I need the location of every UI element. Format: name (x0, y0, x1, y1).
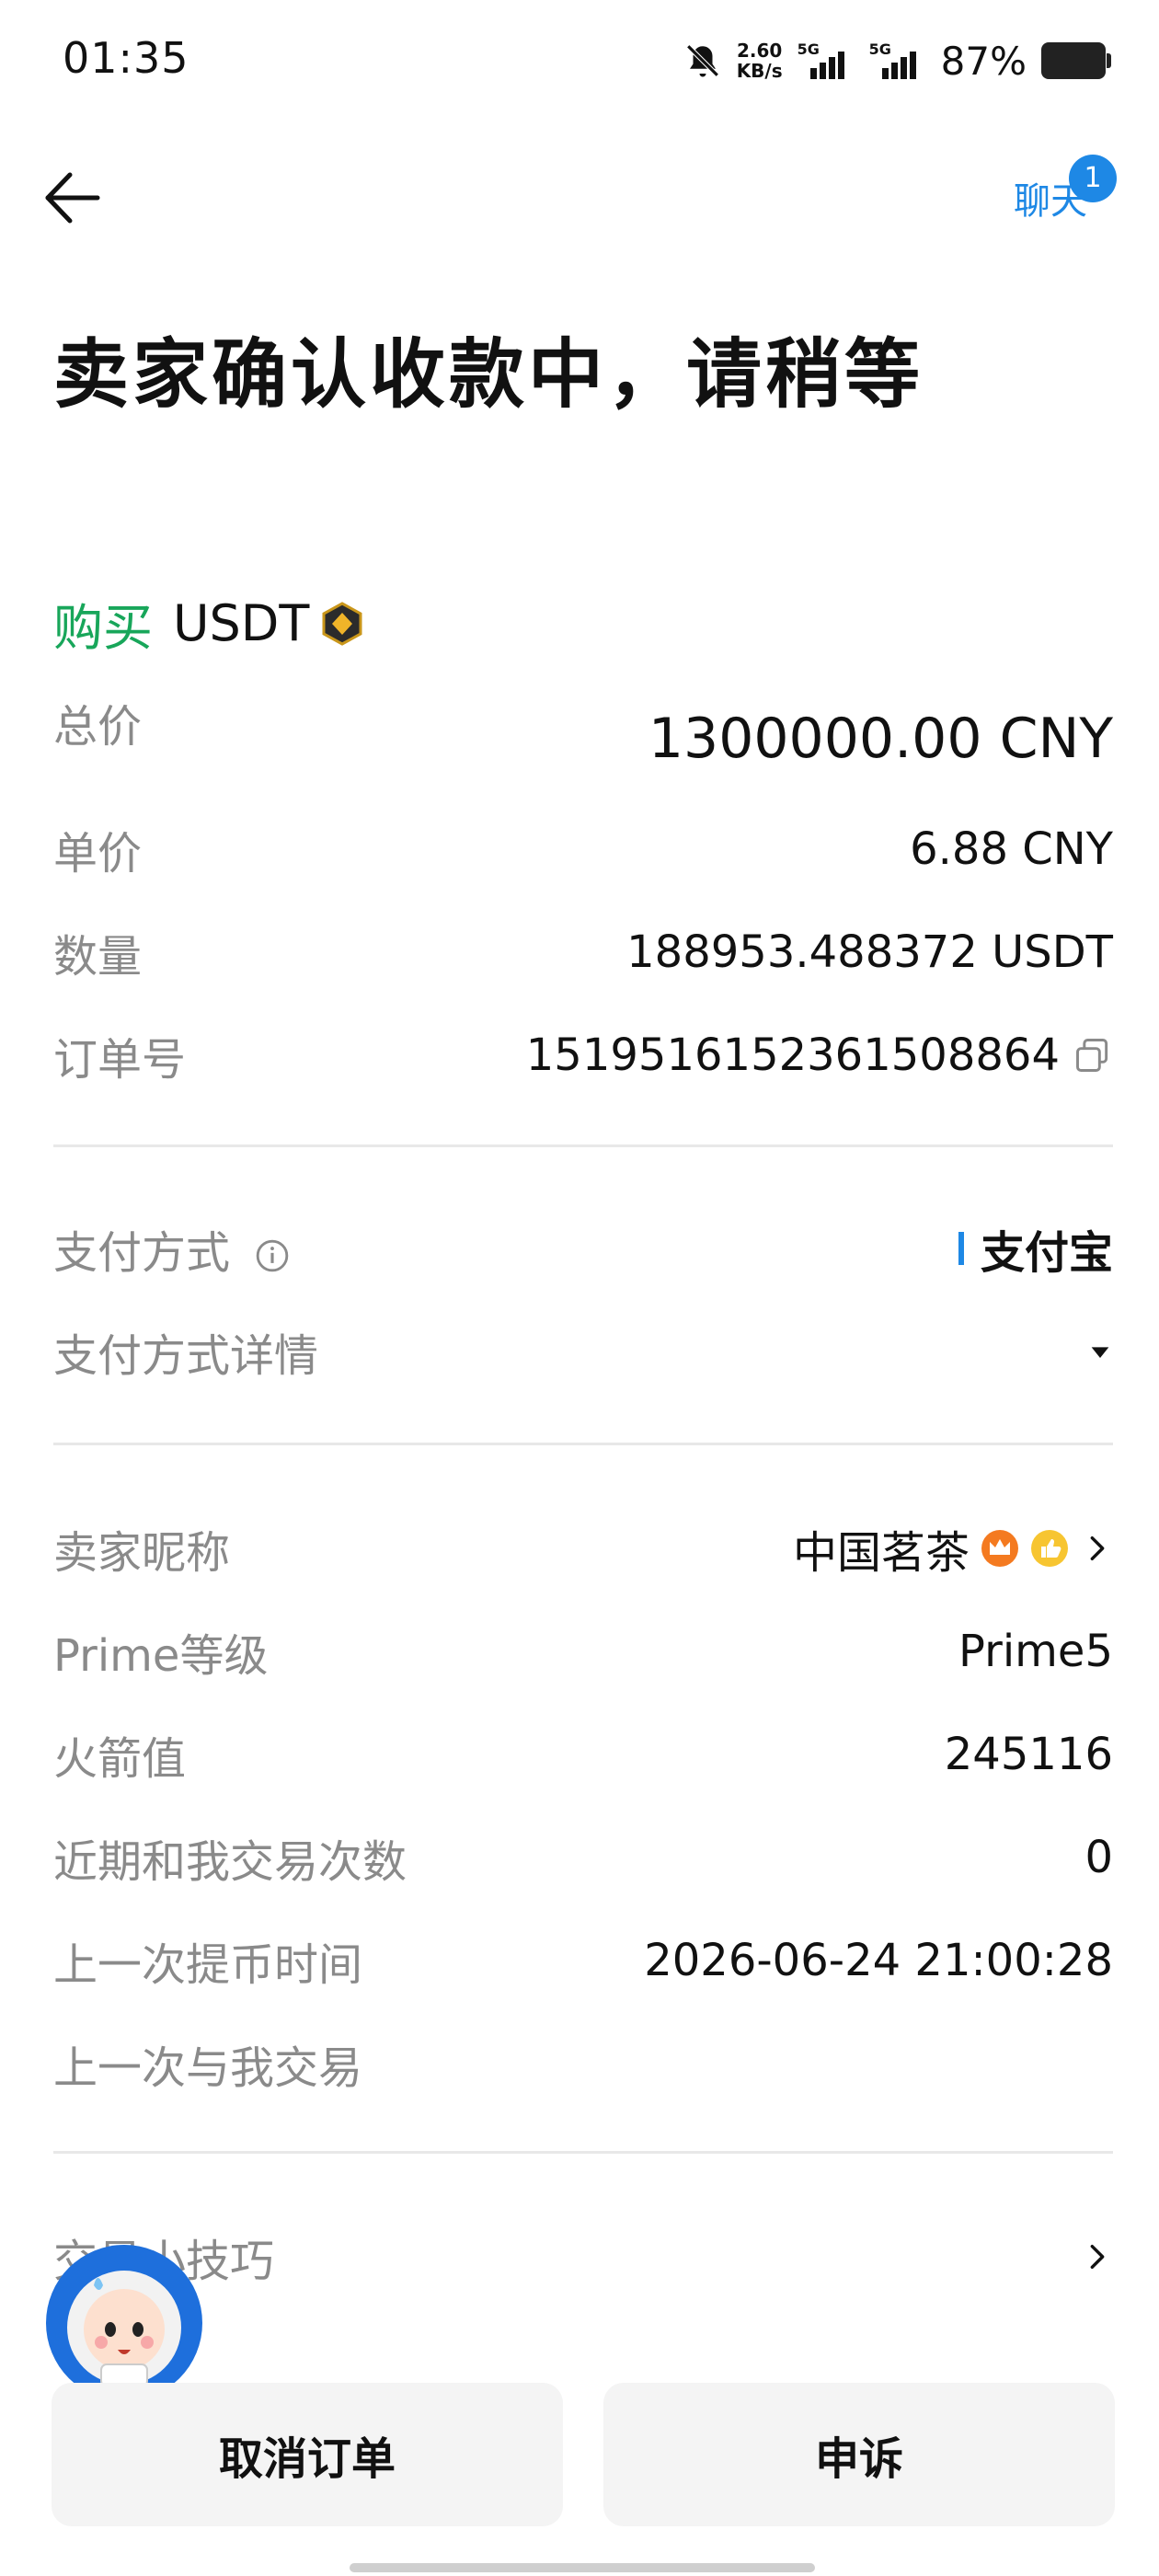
arrow-left-icon[interactable] (40, 166, 105, 230)
prime-level-label: Prime等级 (53, 1630, 269, 1682)
status-bar: 01:35 2.60 KB/s 5G 5G 87% (0, 0, 1159, 120)
total-price-value: 1300000.00 CNY (648, 707, 1113, 771)
last-withdraw-label: 上一次提币时间 (53, 1939, 363, 1991)
copy-icon[interactable] (1073, 1035, 1113, 1075)
battery-icon (1041, 42, 1111, 79)
payment-method-row: 支付方式 支付宝 (53, 1216, 1113, 1281)
chat-unread-badge: 1 (1069, 155, 1117, 202)
status-icons: 2.60 KB/s 5G 5G 87% (683, 33, 1111, 88)
payment-method-value-wrap: 支付宝 (958, 1216, 1113, 1281)
order-number-label: 订单号 (53, 1034, 187, 1086)
divider (53, 1443, 1113, 1445)
page-title: 卖家确认收款中，请稍等 (53, 331, 924, 419)
net-speed: 2.60 KB/s (736, 40, 783, 82)
prime-level-value: Prime5 (958, 1626, 1113, 1677)
total-price-label: 总价 (53, 701, 143, 753)
crown-badge-icon (981, 1530, 1018, 1567)
buy-label: 购买 (53, 599, 153, 657)
trading-tips-row[interactable]: 交易小技巧 (53, 2225, 1113, 2289)
payment-method-value: 支付宝 (980, 1227, 1113, 1279)
cancel-order-button[interactable]: 取消订单 (52, 2383, 563, 2526)
last-trade-with-me-row: 上一次与我交易 (53, 2031, 1113, 2096)
rocket-value-label: 火箭值 (53, 1733, 187, 1785)
payment-method-label: 支付方式 (53, 1227, 231, 1279)
seller-nickname-row[interactable]: 卖家昵称 中国茗茶 (53, 1516, 1113, 1581)
battery-percent: 87% (940, 38, 1027, 84)
payment-color-bar (958, 1232, 964, 1265)
bell-muted-icon (686, 44, 719, 77)
recent-trades-value: 0 (1084, 1832, 1113, 1883)
prime-level-row: Prime等级 Prime5 (53, 1619, 1113, 1684)
order-number-value-wrap: 1519516152361508864 (526, 1029, 1113, 1081)
unit-price-label: 单价 (53, 828, 143, 880)
signal-icon: 5G (798, 40, 855, 79)
total-price-row: 总价 1300000.00 CNY (53, 690, 1113, 771)
rocket-value-value: 245116 (944, 1729, 1113, 1780)
order-number-value: 1519516152361508864 (525, 1029, 1060, 1081)
astronaut-mascot-icon (67, 2271, 181, 2387)
seller-nickname-label: 卖家昵称 (53, 1527, 231, 1579)
info-icon[interactable] (255, 1238, 290, 1273)
last-trade-with-me-label: 上一次与我交易 (53, 2042, 363, 2094)
divider (53, 2151, 1113, 2154)
payment-method-label-wrap: 支付方式 (53, 1216, 290, 1281)
quantity-row: 数量 188953.488372 USDT (53, 920, 1113, 984)
recent-trades-label: 近期和我交易次数 (53, 1836, 407, 1888)
chevron-right-icon[interactable] (1082, 1533, 1113, 1564)
appeal-button[interactable]: 申诉 (603, 2383, 1115, 2526)
home-indicator[interactable] (350, 2563, 815, 2572)
chevron-right-icon[interactable] (1082, 2241, 1113, 2272)
seller-nickname-value-wrap: 中国茗茶 (793, 1516, 1113, 1581)
coin-name: USDT (173, 594, 310, 652)
payment-details-label: 支付方式详情 (53, 1330, 319, 1382)
assistant-avatar[interactable] (46, 2245, 202, 2401)
status-time: 01:35 (63, 33, 189, 83)
divider (53, 1144, 1113, 1147)
last-withdraw-row: 上一次提币时间 2026-06-24 21:00:28 (53, 1928, 1113, 1993)
order-number-row: 订单号 1519516152361508864 (53, 1023, 1113, 1087)
quantity-value: 188953.488372 USDT (626, 926, 1113, 978)
caret-down-icon[interactable] (1087, 1339, 1113, 1364)
quantity-label: 数量 (53, 931, 143, 983)
order-type: 购买 USDT (53, 587, 364, 660)
seller-nickname-value: 中国茗茶 (792, 1527, 970, 1579)
last-withdraw-value: 2026-06-24 21:00:28 (644, 1935, 1113, 1986)
unit-price-value: 6.88 CNY (910, 823, 1113, 875)
signal-icon: 5G (869, 40, 926, 79)
thumbs-up-badge-icon (1031, 1530, 1068, 1567)
verified-coin-icon (322, 601, 362, 646)
payment-details-row[interactable]: 支付方式详情 (53, 1319, 1113, 1384)
unit-price-row: 单价 6.88 CNY (53, 817, 1113, 881)
rocket-value-row: 火箭值 245116 (53, 1722, 1113, 1787)
recent-trades-row: 近期和我交易次数 0 (53, 1825, 1113, 1890)
